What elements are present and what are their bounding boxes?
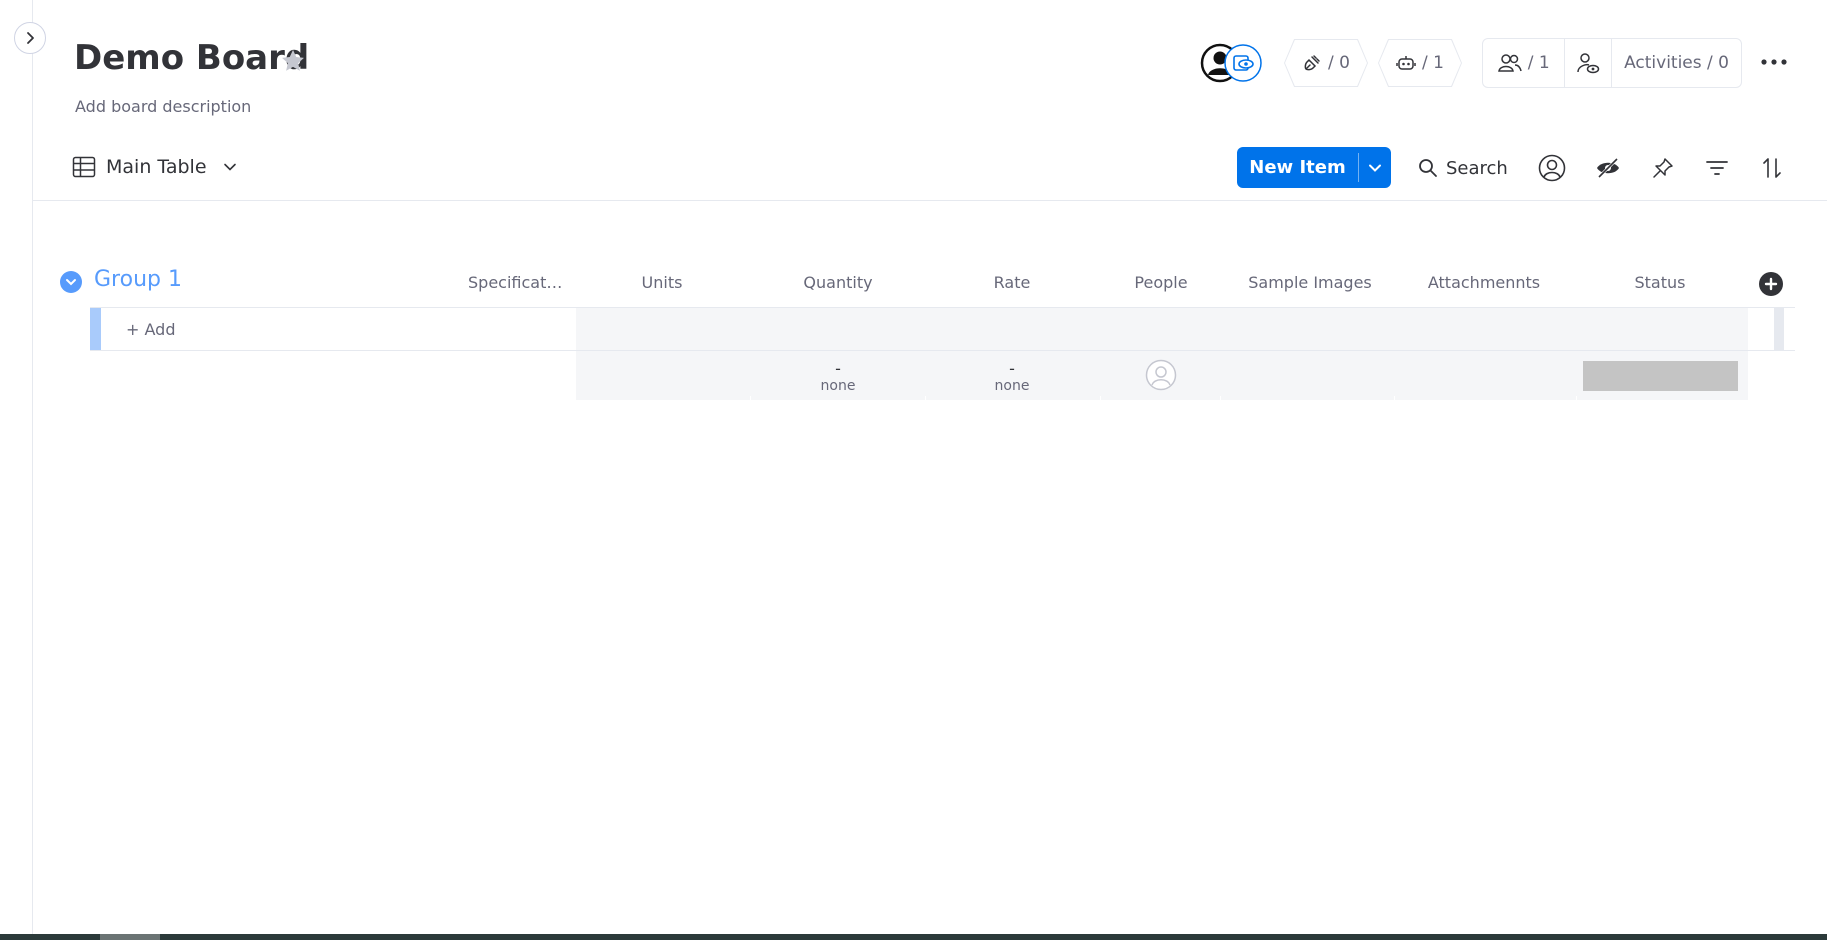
- group-color-bar: [90, 308, 101, 350]
- search-icon: [1419, 159, 1437, 177]
- search-label: Search: [1446, 157, 1508, 179]
- robot-icon: [1396, 56, 1416, 70]
- person-placeholder-icon: [1145, 359, 1177, 391]
- column-header-status[interactable]: Status: [1590, 273, 1730, 292]
- sort-button[interactable]: [1762, 150, 1782, 186]
- scrollbar-thumb[interactable]: [100, 934, 160, 940]
- filter-icon: [1706, 161, 1728, 175]
- chevron-down-icon: [1369, 164, 1381, 172]
- divider: [1576, 396, 1577, 400]
- view-tab-main-table[interactable]: Main Table: [72, 150, 237, 184]
- people-summary: [1145, 359, 1177, 391]
- group-collapse-button[interactable]: [60, 271, 82, 293]
- column-header-specification[interactable]: Specificati...: [468, 273, 564, 292]
- integrations-button[interactable]: / 0: [1284, 39, 1368, 87]
- row-endcap: [1774, 308, 1784, 350]
- chevron-down-icon: [66, 279, 76, 286]
- divider: [1220, 396, 1221, 400]
- status-summary-bar: [1583, 361, 1738, 391]
- person-filter-button[interactable]: [1538, 150, 1566, 186]
- filter-button[interactable]: [1706, 150, 1728, 186]
- hide-columns-button[interactable]: [1595, 150, 1621, 186]
- quantity-summary: - none: [778, 361, 898, 395]
- automations-count: / 1: [1422, 53, 1444, 73]
- column-header-people[interactable]: People: [1111, 273, 1211, 292]
- new-item-button[interactable]: New Item: [1237, 147, 1391, 188]
- divider: [925, 396, 926, 400]
- column-header-rate[interactable]: Rate: [962, 273, 1062, 292]
- automations-button[interactable]: / 1: [1378, 39, 1462, 87]
- members-button[interactable]: / 1: [1483, 39, 1564, 87]
- divider: [750, 396, 751, 400]
- divider: [1100, 396, 1101, 400]
- eye-slash-icon: [1597, 157, 1619, 179]
- person-eye-icon: [1577, 53, 1600, 74]
- pin-button[interactable]: [1652, 150, 1674, 186]
- new-item-dropdown[interactable]: [1359, 147, 1391, 188]
- more-horizontal-icon: [1761, 59, 1787, 65]
- column-header-units[interactable]: Units: [610, 273, 714, 292]
- pin-icon: [1653, 158, 1673, 178]
- viewer-avatar-icon: [1224, 44, 1262, 82]
- search-button[interactable]: Search: [1418, 150, 1508, 186]
- group-title[interactable]: Group 1: [94, 267, 182, 292]
- board-actions-group: / 1 Activities / 0: [1482, 38, 1742, 88]
- plus-icon: [1764, 277, 1778, 291]
- new-item-label[interactable]: New Item: [1237, 147, 1358, 188]
- board-title[interactable]: Demo Board: [74, 38, 309, 78]
- horizontal-scrollbar[interactable]: [0, 934, 1827, 940]
- table-icon: [72, 156, 96, 178]
- rate-summary-label: none: [994, 378, 1030, 394]
- chevron-down-icon: [223, 163, 236, 171]
- board-subscribers[interactable]: [1200, 43, 1264, 83]
- view-tab-label: Main Table: [106, 156, 207, 178]
- quantity-summary-label: none: [820, 378, 856, 394]
- expand-sidebar-button[interactable]: [14, 22, 46, 54]
- add-item-input[interactable]: + Add: [126, 320, 175, 339]
- members-count: / 1: [1527, 53, 1550, 73]
- left-rail: [0, 0, 33, 940]
- rate-summary-value: -: [1009, 359, 1015, 378]
- header-divider: [33, 200, 1827, 201]
- column-header-sample-images[interactable]: Sample Images: [1239, 273, 1381, 292]
- integrations-count: / 0: [1328, 53, 1350, 73]
- plug-icon: [1304, 55, 1320, 71]
- board-description[interactable]: Add board description: [75, 97, 251, 116]
- add-row-cells: [576, 308, 1748, 350]
- add-item-row: [90, 307, 1795, 351]
- column-header-quantity[interactable]: Quantity: [778, 273, 898, 292]
- column-header-attachments[interactable]: Attachmennts: [1419, 273, 1549, 292]
- sort-icon: [1763, 158, 1781, 178]
- person-circle-icon: [1538, 154, 1566, 182]
- star-icon[interactable]: [278, 46, 308, 76]
- divider: [1394, 396, 1395, 400]
- rate-summary: - none: [962, 361, 1062, 395]
- people-icon: [1497, 54, 1522, 72]
- activities-label: Activities / 0: [1624, 53, 1729, 73]
- add-column-button[interactable]: [1759, 272, 1783, 296]
- chevron-right-icon: [27, 32, 34, 44]
- board-permissions-button[interactable]: [1565, 39, 1611, 87]
- more-options-button[interactable]: [1756, 48, 1792, 76]
- activities-button[interactable]: Activities / 0: [1612, 39, 1741, 87]
- quantity-summary-value: -: [835, 359, 841, 378]
